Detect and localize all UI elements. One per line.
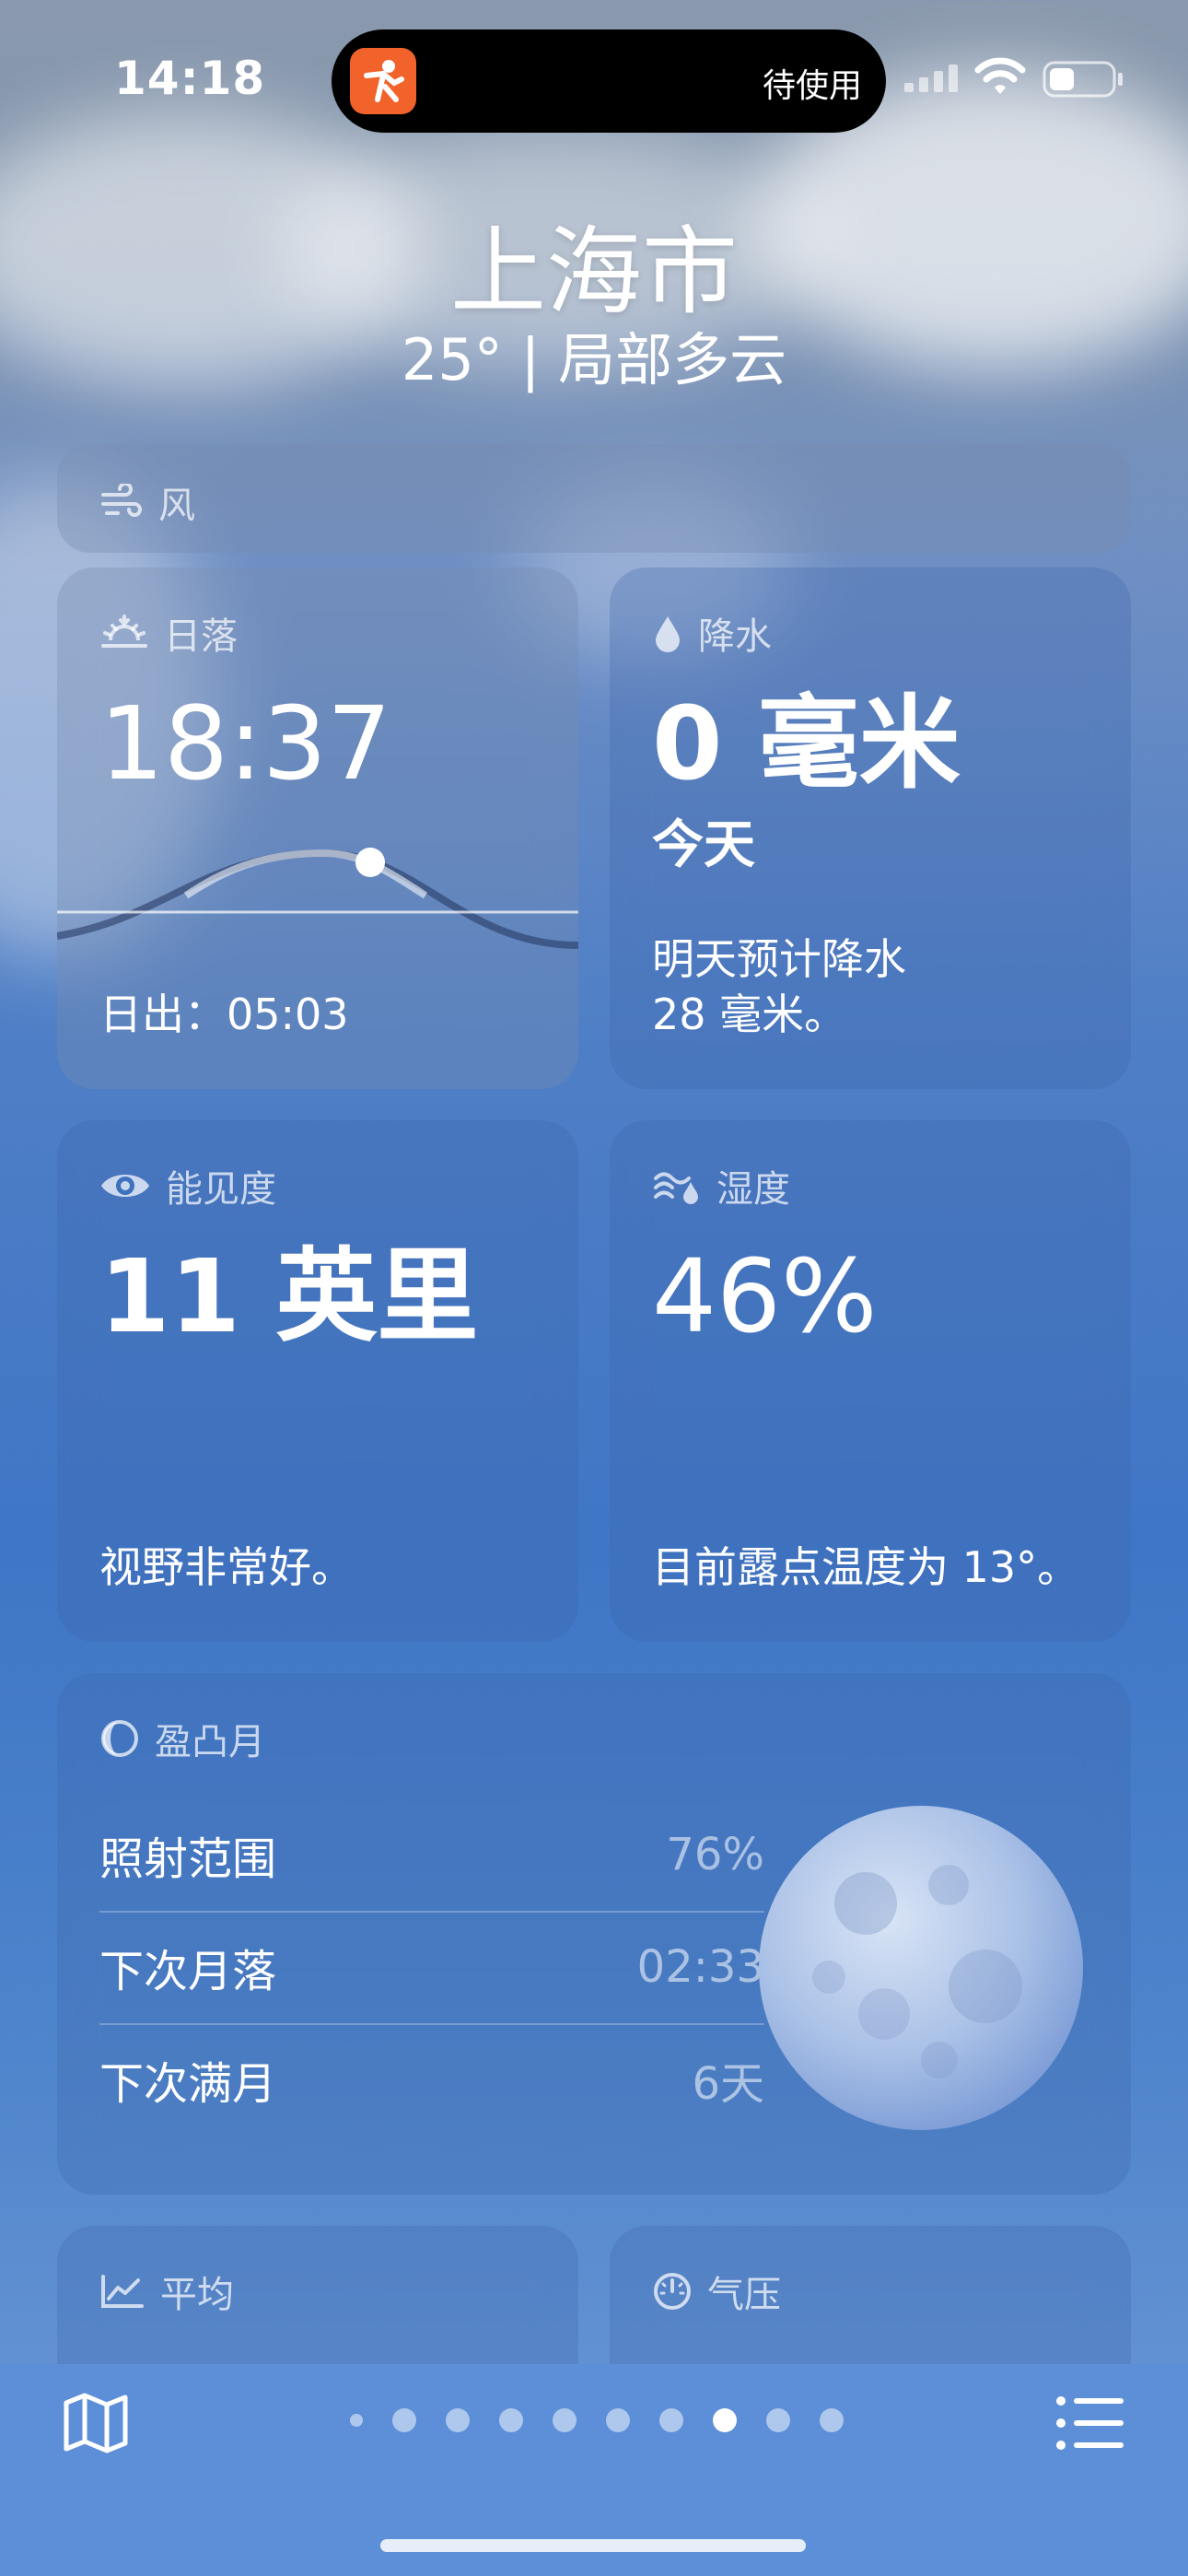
page-dot[interactable] [766,2408,790,2432]
precipitation-note-line1: 明天预计降水 [652,934,906,984]
sunrise-time: 日出：05:03 [99,989,349,1039]
precipitation-amount: 0 毫米 [652,685,961,802]
list-icon[interactable] [1055,2394,1125,2453]
sunset-time: 18:37 [99,685,392,802]
map-icon[interactable] [61,2388,131,2458]
page-dot[interactable] [553,2408,577,2432]
page-dot[interactable] [446,2408,470,2432]
humidity-icon [654,1172,698,1204]
precipitation-note-line2: 28 毫米。 [652,989,847,1039]
gauge-icon [654,2273,691,2310]
humidity-value: 46% [652,1237,878,1355]
cellular-signal-icon [904,64,958,92]
visibility-note: 视野非常好。 [99,1542,354,1592]
humidity-title: 湿度 [716,1168,790,1211]
wind-icon [101,484,142,517]
moon-row-value: 6天 [692,2058,764,2110]
moon-phase-icon [101,1720,138,1757]
average-title: 平均 [160,2274,234,2316]
precipitation-card[interactable]: 降水 0 毫米 今天 明天预计降水 28 毫米。 [610,568,1131,1089]
status-time: 14:18 [114,52,266,105]
precipitation-period: 今天 [652,815,755,875]
moon-row-value: 76% [666,1829,764,1880]
app-icon[interactable] [350,48,416,114]
eye-icon [101,1175,149,1197]
moon-row-label: 照射范围 [99,1833,277,1885]
moon-row-label: 下次月落 [99,1946,277,1997]
precipitation-title: 降水 [698,615,772,658]
page-dot[interactable] [499,2408,523,2432]
raindrop-icon [656,616,680,652]
visibility-title: 能见度 [166,1168,276,1211]
visibility-value: 11 英里 [99,1237,479,1355]
moon-card[interactable]: 盈凸月 照射范围 76% 下次月落 02:33 下次满月 6天 [57,1673,1131,2195]
dynamic-island[interactable]: 待使用 [332,29,886,133]
sunset-icon [101,615,147,648]
sun-path-curve [57,848,578,949]
moon-row-label: 下次满月 [99,2058,277,2110]
home-indicator[interactable] [380,2539,806,2552]
moon-row-moonset: 下次月落 02:33 [99,1911,764,2023]
sunset-title: 日落 [164,615,238,658]
current-condition: 25° | 局部多云 [401,326,787,393]
page-dot[interactable] [606,2408,630,2432]
moon-row-value: 02:33 [636,1941,764,1993]
battery-icon [1042,61,1123,98]
page-dot[interactable] [659,2408,683,2432]
page-dot[interactable] [392,2408,416,2432]
wifi-icon [974,57,1026,94]
humidity-note: 目前露点温度为 13°。 [652,1542,1080,1592]
moon-image [759,1806,1083,2130]
island-status-text: 待使用 [762,67,862,105]
wind-card[interactable]: 风 [57,444,1131,553]
page-dot-location[interactable] [350,2414,363,2427]
page-indicator[interactable] [350,2408,844,2432]
moon-row-illumination: 照射范围 76% [99,1798,764,1911]
page-dot-active[interactable] [713,2408,737,2432]
city-name: 上海市 [449,216,738,328]
moon-title: 盈凸月 [155,1721,265,1763]
humidity-card[interactable]: 湿度 46% 目前露点温度为 13°。 [610,1120,1131,1642]
chart-trend-icon [101,2275,144,2308]
moon-row-full-moon: 下次满月 6天 [99,2023,764,2136]
sunset-card[interactable]: 日落 18:37 日出：05:03 [57,568,578,1089]
visibility-card[interactable]: 能见度 11 英里 视野非常好。 [57,1120,578,1642]
pressure-title: 气压 [707,2274,781,2316]
wind-title: 风 [158,485,195,527]
page-dot[interactable] [820,2408,844,2432]
